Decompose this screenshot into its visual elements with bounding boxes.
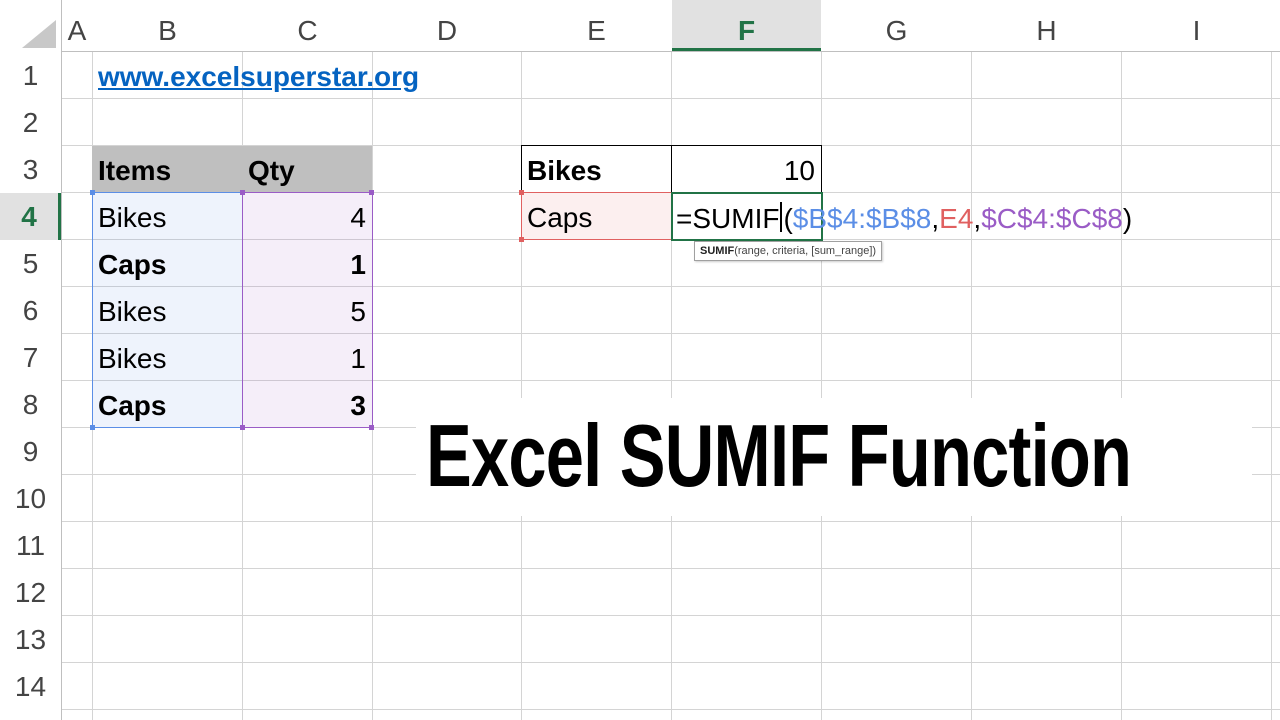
row-header-6[interactable]: 6	[0, 287, 61, 334]
column-header-a[interactable]: A	[62, 0, 92, 51]
formula-in-cell[interactable]: =SUMIF ($B$4:$B$8,E4,$C$4:$C$8)	[676, 194, 1132, 241]
formula-close-paren: )	[1122, 203, 1133, 234]
website-link[interactable]: www.excelsuperstar.org	[92, 52, 425, 99]
table-cell-item[interactable]: Bikes	[92, 287, 242, 334]
gridline	[521, 0, 522, 720]
column-header-i[interactable]: I	[1122, 0, 1271, 51]
banner-title: Excel SUMIF Function	[426, 406, 1132, 505]
table-cell-item[interactable]: Caps	[92, 240, 242, 287]
table-cell-qty[interactable]: 3	[242, 381, 372, 428]
gridline	[0, 709, 1280, 710]
table-cell-qty[interactable]: 1	[242, 334, 372, 381]
table-header-qty[interactable]: Qty	[242, 146, 372, 193]
gridline	[0, 521, 1280, 522]
table-cell-qty[interactable]: 4	[242, 193, 372, 240]
row-header-5[interactable]: 5	[0, 240, 61, 287]
summary-label-bikes[interactable]: Bikes	[521, 146, 671, 193]
column-header-c[interactable]: C	[243, 0, 372, 51]
table-cell-item[interactable]: Caps	[92, 381, 242, 428]
row-header-8[interactable]: 8	[0, 381, 61, 428]
formula-open-paren: (	[783, 203, 793, 234]
formula-arg-sum-range: $C$4:$C$8	[981, 203, 1123, 234]
row-header-1[interactable]: 1	[0, 52, 61, 99]
table-cell-item[interactable]: Bikes	[92, 334, 242, 381]
table-cell-qty[interactable]: 1	[242, 240, 372, 287]
gridline	[1121, 0, 1122, 720]
row-header-10[interactable]: 10	[0, 475, 61, 522]
formula-function: =SUMIF	[676, 203, 780, 234]
column-header-d[interactable]: D	[373, 0, 521, 51]
column-header-h[interactable]: H	[972, 0, 1121, 51]
gridline	[671, 0, 672, 720]
gridline	[821, 0, 822, 720]
tooltip-function-name[interactable]: SUMIF	[700, 245, 734, 257]
formula-arg-criteria: E4	[939, 203, 974, 234]
gridline	[0, 568, 1280, 569]
summary-label-caps[interactable]: Caps	[521, 193, 671, 240]
table-cell-item[interactable]: Bikes	[92, 193, 242, 240]
row-header-7[interactable]: 7	[0, 334, 61, 381]
column-header-g[interactable]: G	[822, 0, 971, 51]
row-header-12[interactable]: 12	[0, 569, 61, 616]
formula-arg-range: $B$4:$B$8	[792, 203, 932, 234]
gridline	[0, 662, 1280, 663]
row-header-14[interactable]: 14	[0, 663, 61, 710]
gridline	[971, 0, 972, 720]
row-header-4[interactable]: 4	[0, 193, 61, 240]
gridline	[0, 615, 1280, 616]
row-header-11[interactable]: 11	[0, 522, 61, 569]
spreadsheet-grid[interactable]: A B C D E F G H I 1 2 3 4 5 6 7 8 9 10 1…	[0, 0, 1280, 720]
table-cell-qty[interactable]: 5	[242, 287, 372, 334]
select-all-corner[interactable]	[0, 0, 61, 51]
gridline	[1271, 0, 1272, 720]
tooltip-arguments: (range, criteria, [sum_range])	[734, 245, 877, 257]
column-header-e[interactable]: E	[522, 0, 671, 51]
row-header-13[interactable]: 13	[0, 616, 61, 663]
function-argument-tooltip[interactable]: SUMIF(range, criteria, [sum_range])	[694, 241, 883, 261]
row-header-2[interactable]: 2	[0, 99, 61, 146]
row-header-3[interactable]: 3	[0, 146, 61, 193]
table-header-items[interactable]: Items	[92, 146, 242, 193]
formula-separator: ,	[931, 203, 940, 234]
row-header-9[interactable]: 9	[0, 428, 61, 475]
column-header-f[interactable]: F	[672, 0, 821, 51]
summary-value-bikes[interactable]: 10	[671, 146, 821, 193]
column-header-b[interactable]: B	[93, 0, 242, 51]
select-all-triangle-icon	[22, 20, 56, 48]
